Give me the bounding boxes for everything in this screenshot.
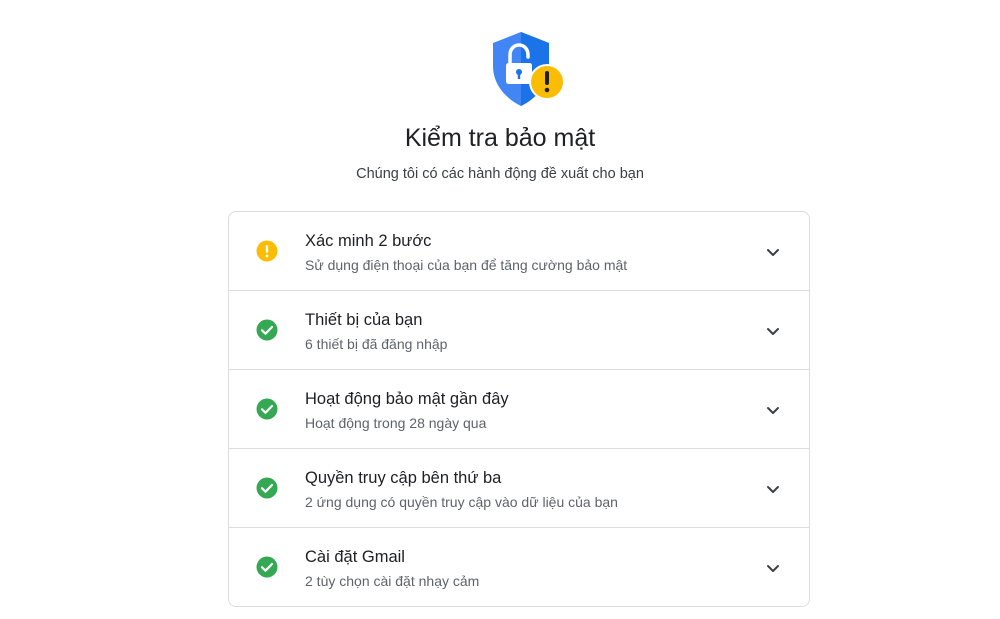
list-item-title: Quyền truy cập bên thứ ba [305,469,502,487]
list-item-subtitle: Sử dụng điện thoại của bạn để tăng cường… [305,257,628,273]
page-title: Kiểm tra bảo mật [404,124,596,152]
chevron-down-icon[interactable] [765,244,781,260]
list-item-subtitle: Hoạt động trong 28 ngày qua [305,415,487,431]
list-item-title: Thiết bị của bạn [305,311,423,329]
check-circle-icon [256,477,278,499]
list-item-your-devices[interactable]: Thiết bị của bạn 6 thiết bị đã đăng nhập [229,291,809,370]
list-item-recent-security-activity[interactable]: Hoạt động bảo mật gần đây Hoạt động tron… [229,370,809,449]
chevron-down-icon[interactable] [765,323,781,339]
list-item-title: Xác minh 2 bước [305,232,432,250]
chevron-down-icon[interactable] [765,402,781,418]
list-item-subtitle: 2 tùy chọn cài đặt nhạy cảm [305,573,480,589]
list-item-subtitle: 2 ứng dụng có quyền truy cập vào dữ liệu… [305,494,618,510]
list-item-title: Cài đặt Gmail [305,548,405,566]
list-item-third-party-access[interactable]: Quyền truy cập bên thứ ba 2 ứng dụng có … [229,449,809,528]
check-circle-icon [256,556,278,578]
shield-unlocked-warning-icon [493,32,565,106]
chevron-down-icon[interactable] [765,560,781,576]
list-item-gmail-settings[interactable]: Cài đặt Gmail 2 tùy chọn cài đặt nhạy cả… [229,528,809,606]
security-checkup-list: Xác minh 2 bước Sử dụng điện thoại của b… [228,211,810,607]
list-item-subtitle: 6 thiết bị đã đăng nhập [305,336,448,352]
list-item-2-step-verification[interactable]: Xác minh 2 bước Sử dụng điện thoại của b… [229,212,809,291]
chevron-down-icon[interactable] [765,481,781,497]
warning-icon [256,240,278,262]
page-subtitle: Chúng tôi có các hành động đề xuất cho b… [356,166,644,182]
check-circle-icon [256,319,278,341]
list-item-title: Hoạt động bảo mật gần đây [305,390,509,408]
check-circle-icon [256,398,278,420]
